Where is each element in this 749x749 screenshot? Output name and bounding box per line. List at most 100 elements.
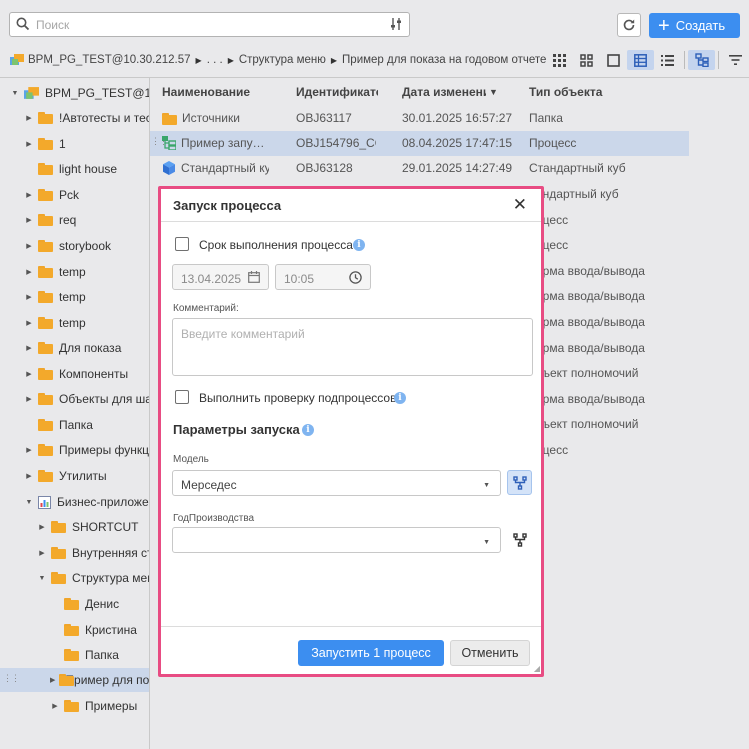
create-button[interactable]: + Создать (649, 13, 740, 38)
tree-item-label: !Автотесты и тестовые (59, 111, 149, 125)
info-icon[interactable]: i (394, 392, 406, 404)
column-header-type[interactable]: Тип объекта (529, 85, 602, 99)
view-single-button[interactable] (600, 50, 627, 70)
year-select[interactable]: ▼ (172, 527, 501, 553)
caret-right-icon[interactable]: ▶ (24, 344, 34, 352)
info-icon[interactable]: i (302, 424, 314, 436)
caret-right-icon[interactable]: ▶ (24, 293, 34, 301)
folder-icon (38, 470, 53, 482)
tree-item[interactable]: ▶ Примеры функций (24, 438, 149, 462)
tree-item[interactable]: ▶ Примеры (50, 694, 137, 718)
cancel-button[interactable]: Отменить (450, 640, 530, 666)
calendar-icon (248, 271, 260, 283)
year-branch-button[interactable] (507, 527, 532, 552)
caret-down-icon[interactable]: ▼ (10, 90, 20, 97)
tree-item[interactable]: Кристина (50, 618, 137, 642)
breadcrumb-item[interactable]: Пример для показа на годовом отчете (342, 54, 546, 66)
check-subprocess-label: Выполнить проверку подпроцессов (199, 391, 397, 405)
tree-item[interactable]: ▼ Бизнес-приложения (24, 490, 149, 514)
tree-item[interactable]: ▶ temp (24, 311, 85, 335)
sort-desc-icon[interactable]: ▼ (489, 87, 498, 97)
chevron-right-icon: ▶ (330, 55, 338, 65)
close-icon[interactable]: ✕ (513, 195, 527, 215)
tree-item[interactable]: ▶ Компоненты (24, 362, 128, 386)
cell-type: орма ввода/вывода (536, 392, 645, 406)
tree-item[interactable]: ▶ Pck (24, 183, 79, 207)
info-icon[interactable]: i (353, 239, 365, 251)
tree-item[interactable]: ▶ temp (24, 285, 85, 309)
caret-right-icon[interactable]: ▶ (24, 446, 34, 454)
breadcrumb-item[interactable]: BPM_PG_TEST@10.30.212.57 (28, 54, 191, 66)
clock-icon (349, 271, 362, 284)
toolbar-divider (684, 51, 685, 69)
tree-item[interactable]: ▶ Утилиты (24, 464, 106, 488)
caret-right-icon[interactable]: ▶ (24, 268, 34, 276)
tree-item[interactable]: ▶ Внутренняя структура (37, 541, 149, 565)
date-input[interactable]: 13.04.2025 (172, 264, 269, 290)
run-process-button[interactable]: Запустить 1 процесс (298, 640, 444, 666)
tree-item[interactable]: ▶ 1 (24, 132, 65, 156)
view-table-button[interactable] (627, 50, 654, 70)
caret-right-icon[interactable]: ▶ (24, 114, 34, 122)
search-box[interactable]: Поиск (9, 12, 410, 37)
view-large-tiles-button[interactable] (546, 50, 573, 70)
column-header-name[interactable]: Наименование (162, 85, 250, 99)
caret-right-icon[interactable]: ▶ (37, 549, 47, 557)
caret-right-icon[interactable]: ▶ (24, 472, 34, 480)
filter-button[interactable] (722, 50, 749, 70)
view-tiles-button[interactable] (573, 50, 600, 70)
caret-down-icon[interactable]: ▼ (24, 499, 34, 506)
chevron-right-icon: ▶ (195, 55, 202, 65)
check-subprocess-checkbox[interactable] (175, 390, 189, 404)
cell-date: 30.01.2025 16:57:27 (402, 111, 513, 125)
resize-grip-icon[interactable]: ◢ (534, 664, 540, 673)
caret-right-icon[interactable]: ▶ (24, 370, 34, 378)
caret-right-icon[interactable]: ▶ (24, 140, 34, 148)
caret-right-icon[interactable]: ▶ (24, 395, 34, 403)
tree-item[interactable]: ▶ Объекты для шагов (24, 387, 149, 411)
view-list-button[interactable] (654, 50, 681, 70)
tree-item-label: Пример для показа (65, 673, 150, 687)
column-header-date[interactable]: Дата изменения (402, 85, 486, 99)
caret-right-icon[interactable]: ▶ (24, 191, 34, 199)
model-branch-button[interactable] (507, 470, 532, 495)
drag-handle-icon[interactable]: ⋮⋮ (3, 673, 20, 684)
tree-item-selected[interactable]: ⋮⋮ ▶ Пример для показа (0, 668, 150, 692)
tree-item-label: Компоненты (59, 367, 129, 381)
tree-item[interactable]: ▼ Структура меню (37, 566, 149, 590)
tree-item[interactable]: light house (24, 157, 117, 181)
caret-right-icon[interactable]: ▶ (24, 216, 34, 224)
caret-right-icon[interactable]: ▶ (24, 242, 34, 250)
column-header-id[interactable]: Идентификатор (296, 85, 378, 99)
view-tree-button[interactable] (688, 50, 715, 70)
tree-item[interactable]: ▶ Для показа (24, 336, 121, 360)
deadline-checkbox[interactable] (175, 237, 189, 251)
table-row[interactable]: Источники OBJ63117 30.01.2025 16:57:27 П… (150, 106, 689, 131)
caret-right-icon[interactable]: ▶ (37, 523, 47, 531)
model-select[interactable]: Мерседес ▼ (172, 470, 501, 496)
caret-down-icon[interactable]: ▼ (37, 575, 47, 582)
tree-item[interactable]: ▶ req (24, 208, 76, 232)
refresh-button[interactable] (617, 13, 641, 37)
model-value: Мерседес (181, 478, 237, 492)
tree-item[interactable]: ▶ temp (24, 260, 85, 284)
breadcrumb-ellipsis[interactable]: . . . (207, 54, 223, 66)
business-app-icon (38, 495, 51, 509)
search-filter-icon[interactable] (389, 17, 403, 34)
caret-right-icon[interactable]: ▶ (24, 319, 34, 327)
caret-right-icon[interactable]: ▶ (50, 702, 60, 710)
breadcrumb-item[interactable]: Структура меню (239, 54, 326, 66)
time-input[interactable]: 10:05 (275, 264, 371, 290)
comment-textarea[interactable]: Введите комментарий (172, 318, 533, 376)
tree-item-root[interactable]: ▼ BPM_PG_TEST@10.30.212.57 (10, 81, 149, 105)
tree-item[interactable]: ▶ storybook (24, 234, 111, 258)
table-row-selected[interactable]: ⋮⋮ Пример запуска процесса OBJ154796_COR… (150, 131, 689, 156)
tree-item[interactable]: Денис (50, 592, 119, 616)
tree-item[interactable]: ▶ SHORTCUT (37, 515, 138, 539)
tree-item[interactable]: ▶ !Автотесты и тестовые (24, 106, 149, 130)
tree-item[interactable]: Папка (50, 643, 119, 667)
tree-item-label: Объекты для шагов (59, 392, 149, 406)
table-row[interactable]: Стандартный куб OBJ63128 29.01.2025 14:2… (150, 156, 689, 181)
caret-right-icon[interactable]: ▶ (50, 676, 55, 684)
tree-item[interactable]: Папка (24, 413, 93, 437)
